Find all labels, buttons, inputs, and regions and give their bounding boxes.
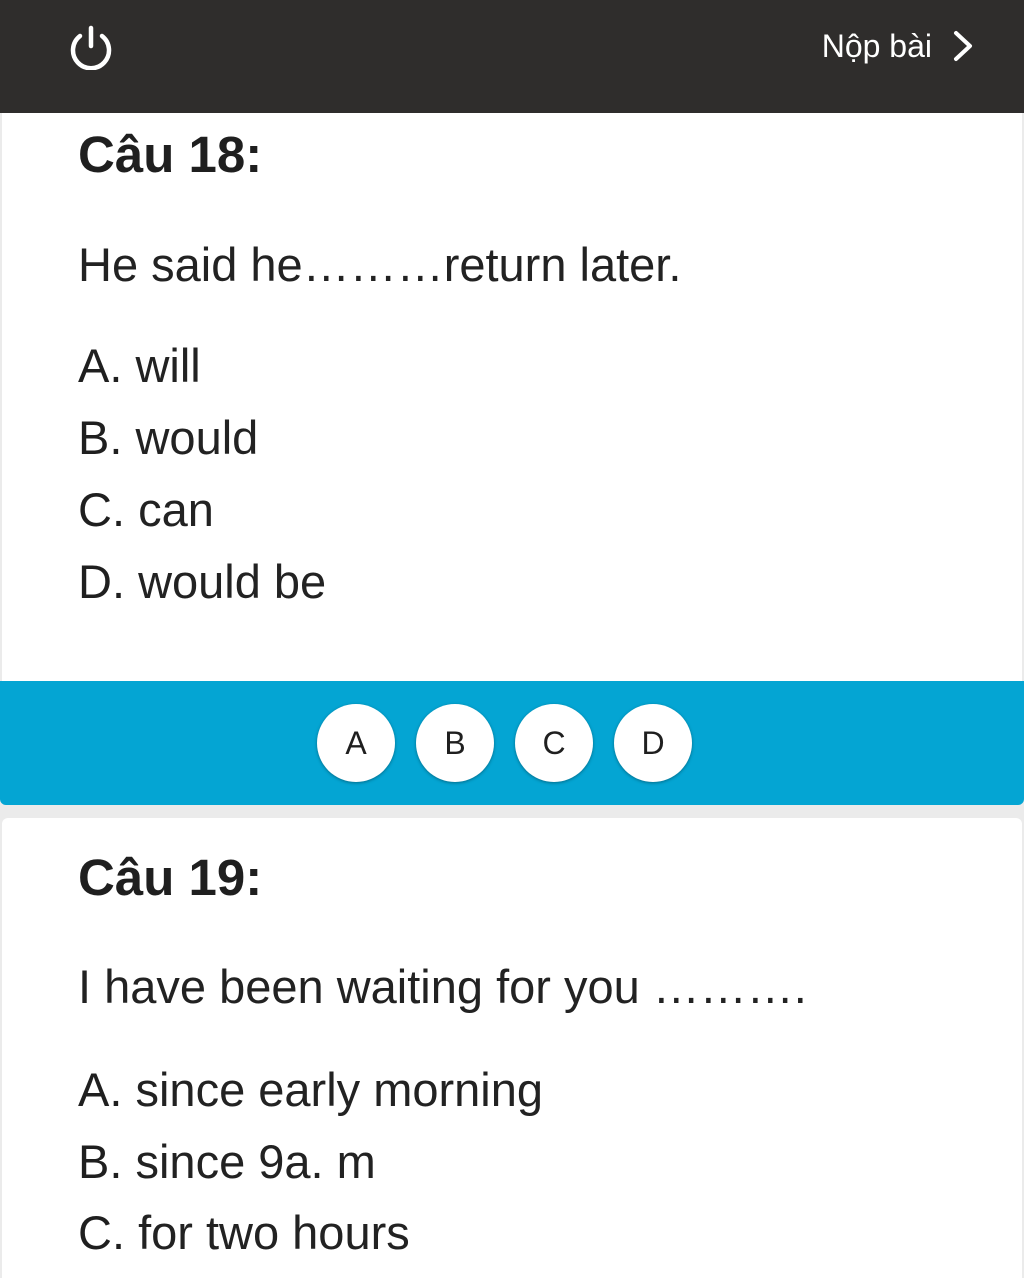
submit-label: Nộp bài xyxy=(821,27,932,64)
option-d[interactable]: D. would be xyxy=(78,554,326,609)
question-text: I have been waiting for you ………. xyxy=(78,960,807,1013)
option-b[interactable]: B. since 9a. m xyxy=(78,1134,376,1189)
chevron-right-icon xyxy=(954,31,972,61)
answer-button-a[interactable]: A xyxy=(317,704,395,782)
top-bar: Nộp bài xyxy=(0,0,1024,113)
answer-bar: A B C D xyxy=(0,681,1024,805)
option-c[interactable]: C. can xyxy=(78,482,214,537)
power-icon[interactable] xyxy=(66,24,116,71)
option-letter: C. xyxy=(78,1206,125,1259)
submit-button[interactable]: Nộp bài xyxy=(822,24,974,68)
option-letter: C. xyxy=(78,483,125,536)
option-letter: B. xyxy=(78,1135,123,1188)
question-text: He said he………return later. xyxy=(78,238,682,291)
answer-button-c[interactable]: C xyxy=(515,704,593,782)
option-letter: B. xyxy=(78,411,123,464)
question-card-18: Câu 18: He said he………return later. A. wi… xyxy=(2,113,1022,681)
option-b[interactable]: B. would xyxy=(78,410,258,465)
option-a[interactable]: A. will xyxy=(78,338,201,393)
option-text: since early morning xyxy=(135,1063,543,1116)
question-title: Câu 19: xyxy=(78,849,263,906)
option-letter: D. xyxy=(78,555,125,608)
question-card-19: Câu 19: I have been waiting for you ……….… xyxy=(2,818,1022,1278)
option-letter: A. xyxy=(78,339,123,392)
option-text: would be xyxy=(138,555,327,608)
option-text: can xyxy=(138,483,214,536)
option-text: will xyxy=(135,339,201,392)
option-letter: A. xyxy=(78,1063,123,1116)
option-text: since 9a. m xyxy=(135,1135,376,1188)
answer-button-b[interactable]: B xyxy=(416,704,494,782)
option-text: would xyxy=(135,411,259,464)
option-a[interactable]: A. since early morning xyxy=(78,1062,543,1117)
option-c[interactable]: C. for two hours xyxy=(78,1205,410,1260)
option-text: for two hours xyxy=(138,1206,410,1259)
question-title: Câu 18: xyxy=(78,126,263,183)
answer-button-d[interactable]: D xyxy=(614,704,692,782)
